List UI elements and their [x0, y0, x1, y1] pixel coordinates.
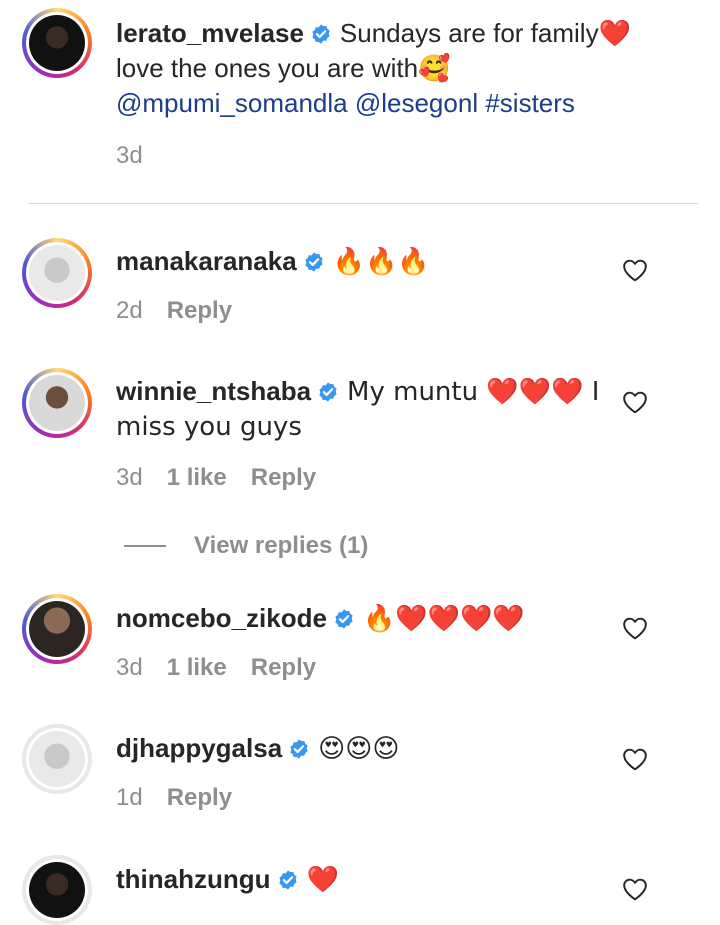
avatar-lerato[interactable]: [22, 8, 92, 78]
verified-icon: [317, 381, 339, 403]
comment-text: ❤️: [306, 865, 339, 895]
avatar-manakaranaka[interactable]: [22, 238, 92, 308]
divider: [28, 203, 698, 204]
comment-username[interactable]: winnie_ntshaba: [116, 376, 311, 406]
likes-count[interactable]: 1 like: [167, 464, 227, 492]
comment-text: 😍😍😍: [318, 734, 400, 764]
comment-time: 3d: [116, 464, 143, 491]
reply-button[interactable]: Reply: [251, 654, 316, 682]
avatar-thinahzungu[interactable]: [22, 855, 92, 925]
avatar-djhappygalsa[interactable]: [22, 724, 92, 794]
verified-icon: [333, 608, 355, 630]
like-heart-icon[interactable]: [622, 390, 648, 414]
comment-time: 3d: [116, 654, 143, 681]
hashtag-link[interactable]: #sisters: [485, 88, 575, 118]
comment-username[interactable]: djhappygalsa: [116, 733, 282, 763]
red-heart-emoji: ❤️: [598, 19, 631, 49]
comment-item: djhappygalsa 😍😍😍 1d Reply: [116, 731, 620, 812]
comment-item: thinahzungu ❤️: [116, 862, 620, 897]
view-replies-label: View replies (1): [194, 532, 369, 559]
reply-button[interactable]: Reply: [251, 464, 316, 492]
avatar-winnie[interactable]: [22, 368, 92, 438]
mention-link-1[interactable]: @mpumi_somandla: [116, 88, 348, 118]
verified-icon: [303, 251, 325, 273]
comment-item: nomcebo_zikode 🔥❤️❤️❤️❤️ 3d 1 like Reply: [116, 601, 620, 682]
like-heart-icon[interactable]: [622, 747, 648, 771]
comment-meta: 1d Reply: [116, 784, 620, 812]
avatar-nomcebo[interactable]: [22, 594, 92, 664]
caption-text: Sundays are for family: [339, 18, 599, 48]
comment-time: 2d: [116, 297, 143, 324]
likes-count[interactable]: 1 like: [167, 654, 227, 682]
reply-button[interactable]: Reply: [167, 784, 232, 812]
profile-photo: [29, 862, 85, 918]
like-heart-icon[interactable]: [622, 616, 648, 640]
reply-button[interactable]: Reply: [167, 297, 232, 325]
comment-username[interactable]: thinahzungu: [116, 864, 271, 894]
replies-line: [124, 545, 166, 547]
caption-username[interactable]: lerato_mvelase: [116, 18, 304, 48]
verified-icon: [288, 738, 310, 760]
smiling-hearts-emoji: 🥰: [418, 54, 451, 84]
like-heart-icon[interactable]: [622, 258, 648, 282]
caption-meta: 3d: [116, 142, 640, 170]
comment-meta: 2d Reply: [116, 297, 620, 325]
profile-photo: [29, 15, 85, 71]
post-caption: lerato_mvelase Sundays are for family❤️ l…: [116, 16, 640, 170]
caption-time: 3d: [116, 142, 143, 169]
caption-line-2: love the ones you are with: [116, 53, 419, 83]
like-heart-icon[interactable]: [622, 877, 648, 901]
verified-icon: [310, 23, 332, 45]
comment-text: 🔥❤️❤️❤️❤️: [362, 604, 525, 634]
comment-time: 1d: [116, 784, 143, 811]
comment-item: winnie_ntshaba My muntu ❤️❤️❤️ I miss you…: [116, 374, 620, 492]
mention-link-2[interactable]: @lesegonl: [355, 88, 478, 118]
comment-username[interactable]: nomcebo_zikode: [116, 603, 327, 633]
profile-photo: [29, 245, 85, 301]
comment-meta: 3d 1 like Reply: [116, 464, 620, 492]
comment-text: 🔥🔥🔥: [332, 247, 430, 277]
verified-icon: [277, 869, 299, 891]
comment-meta: 3d 1 like Reply: [116, 654, 620, 682]
profile-photo: [29, 601, 85, 657]
profile-photo: [29, 375, 85, 431]
comment-item: manakaranaka 🔥🔥🔥 2d Reply: [116, 244, 620, 325]
comment-username[interactable]: manakaranaka: [116, 246, 297, 276]
profile-photo: [29, 731, 85, 787]
view-replies-button[interactable]: View replies (1): [124, 532, 368, 560]
